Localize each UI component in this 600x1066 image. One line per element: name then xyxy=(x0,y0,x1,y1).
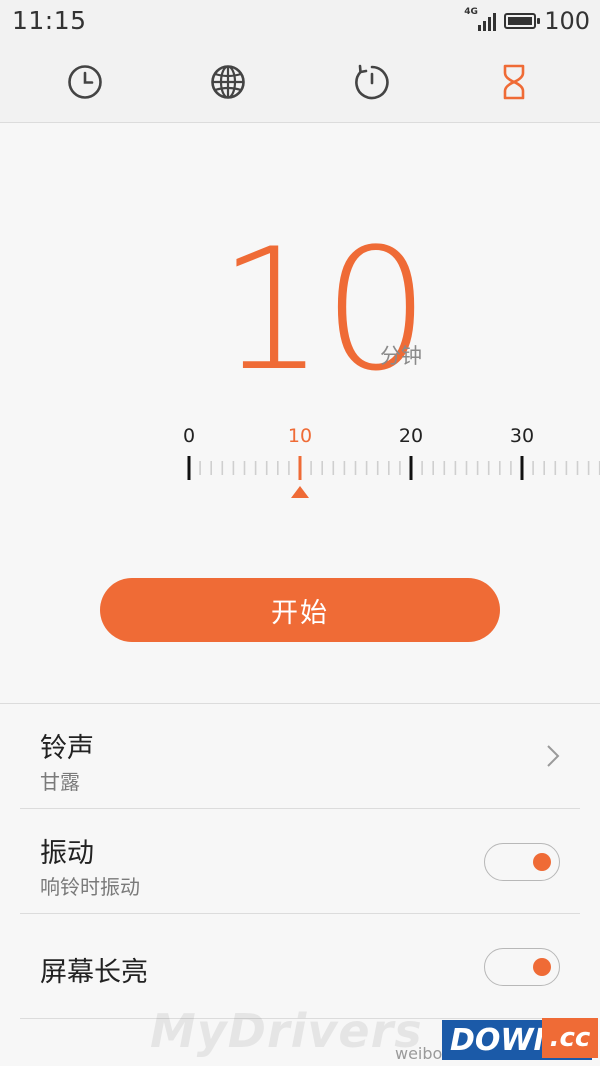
toggle-knob xyxy=(533,852,551,871)
battery-percent: 100 xyxy=(544,7,590,35)
timer-screen: 11:15 4G 100 10 分钟 0 10 20 30 开始 铃声 甘露 振… xyxy=(0,0,600,1066)
ringtone-value: 甘露 xyxy=(40,770,80,794)
screen-on-title: 屏幕长亮 xyxy=(40,957,148,988)
status-time: 11:15 xyxy=(12,6,87,35)
clock-icon xyxy=(68,65,102,99)
start-button[interactable]: 开始 xyxy=(100,578,500,642)
tab-world-clock[interactable] xyxy=(208,62,248,102)
watermark-weibo: weibo xyxy=(395,1044,443,1063)
settings-list: 铃声 甘露 振动 响铃时振动 屏幕长亮 xyxy=(0,703,600,1019)
watermark-logo: DOWN .cc xyxy=(442,1018,598,1060)
timer-unit-label: 分钟 xyxy=(380,344,422,368)
setting-ringtone[interactable]: 铃声 甘露 xyxy=(20,704,580,809)
screen-on-toggle[interactable] xyxy=(484,948,560,986)
status-right: 4G 100 xyxy=(464,6,590,36)
chevron-right-icon xyxy=(547,745,560,767)
watermark: MyDrivers weibo DOWN .cc xyxy=(150,1000,600,1066)
status-bar: 11:15 4G 100 xyxy=(0,0,600,44)
toggle-knob xyxy=(533,957,551,976)
hourglass-icon xyxy=(503,64,525,100)
ruler-label: 0 xyxy=(183,425,195,447)
watermark-logo-suffix: .cc xyxy=(542,1018,598,1058)
watermark-brand: MyDrivers xyxy=(150,1004,423,1058)
minute-ruler[interactable]: 0 10 20 30 xyxy=(0,420,600,510)
battery-icon xyxy=(504,13,541,29)
vibrate-subtitle: 响铃时振动 xyxy=(40,875,140,899)
tab-alarm[interactable] xyxy=(65,62,105,102)
tab-stopwatch[interactable] xyxy=(352,62,392,102)
tab-bar xyxy=(0,44,600,123)
signal-icon: 4G xyxy=(464,7,497,33)
network-label: 4G xyxy=(464,7,478,17)
setting-vibrate: 振动 响铃时振动 xyxy=(20,809,580,914)
ruler-label: 10 xyxy=(288,425,312,447)
tab-timer[interactable] xyxy=(494,62,534,102)
globe-icon xyxy=(211,65,245,99)
vibrate-toggle[interactable] xyxy=(484,843,560,881)
ruler-label: 20 xyxy=(399,425,423,447)
ruler-pointer-icon xyxy=(291,486,309,498)
ringtone-title: 铃声 xyxy=(40,733,94,764)
stopwatch-icon xyxy=(355,64,389,100)
ruler-label: 30 xyxy=(510,425,534,447)
vibrate-title: 振动 xyxy=(40,838,94,869)
